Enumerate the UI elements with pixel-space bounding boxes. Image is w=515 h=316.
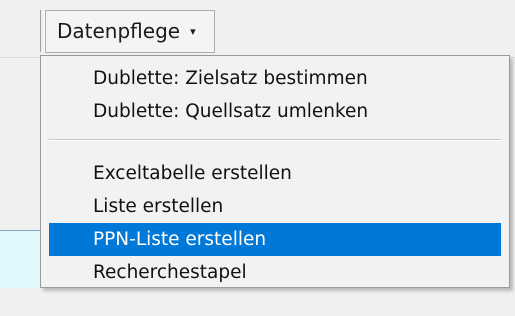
toolbar: Datenpflege ▾ (0, 0, 515, 58)
menu-item-dublette-zielsatz[interactable]: Dublette: Zielsatz bestimmen (49, 62, 501, 95)
datenpflege-dropdown-menu: Dublette: Zielsatz bestimmen Dublette: Q… (40, 55, 510, 288)
datenpflege-menu-button[interactable]: Datenpflege ▾ (45, 10, 215, 53)
menu-separator (49, 139, 501, 141)
menu-item-ppn-liste[interactable]: PPN-Liste erstellen (49, 223, 501, 256)
background-strip (0, 288, 515, 316)
menu-item-dublette-quellsatz[interactable]: Dublette: Quellsatz umlenken (49, 95, 501, 128)
menu-item-exceltabelle[interactable]: Exceltabelle erstellen (49, 157, 501, 190)
menu-item-recherchestapel[interactable]: Recherchestapel (49, 256, 501, 289)
background-panel (0, 58, 40, 316)
chevron-down-icon: ▾ (190, 25, 196, 38)
menu-button-label: Datenpflege (57, 19, 181, 43)
menu-item-liste[interactable]: Liste erstellen (49, 190, 501, 223)
